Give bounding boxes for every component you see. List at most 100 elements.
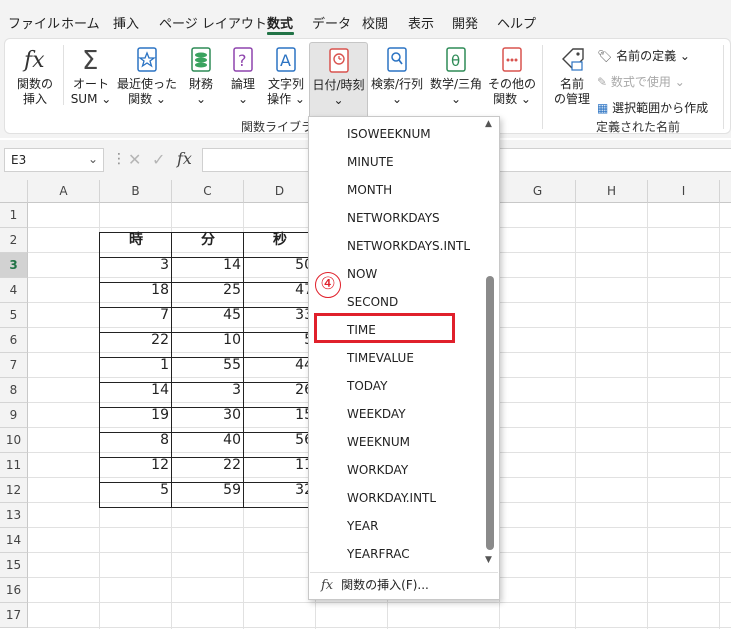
function-item-today[interactable]: TODAY bbox=[347, 379, 387, 393]
function-item-isoweeknum[interactable]: ISOWEEKNUM bbox=[347, 127, 431, 141]
more-options-icon[interactable]: ⋮ bbox=[112, 151, 126, 167]
function-item-minute[interactable]: MINUTE bbox=[347, 155, 394, 169]
create-from-selection-label: 選択範囲から作成 bbox=[612, 101, 709, 115]
row-header[interactable]: 7 bbox=[0, 353, 28, 378]
function-item-weekday[interactable]: WEEKDAY bbox=[347, 407, 406, 421]
function-item-weeknum[interactable]: WEEKNUM bbox=[347, 435, 410, 449]
row-header[interactable]: 6 bbox=[0, 328, 28, 353]
chevron-down-icon[interactable]: ⌄ bbox=[88, 152, 98, 166]
row-header[interactable]: 12 bbox=[0, 478, 28, 503]
grid-small-icon: ▦ bbox=[597, 101, 609, 115]
datetime-label-1: 日付/時刻 bbox=[312, 78, 365, 92]
column-header-d[interactable]: D bbox=[244, 180, 316, 203]
table-border bbox=[99, 457, 315, 458]
tab-file[interactable]: ファイル bbox=[8, 13, 60, 32]
table-border bbox=[99, 432, 315, 433]
math-label-1: 数学/三角 bbox=[429, 77, 483, 91]
use-in-formula-label: 数式で使用 ⌄ bbox=[610, 75, 685, 89]
name-manager-button[interactable]: 名前 の管理 bbox=[550, 45, 594, 107]
create-from-selection-button[interactable]: ▦ 選択範囲から作成 bbox=[597, 99, 708, 116]
name-manager-label-2: の管理 bbox=[553, 92, 590, 106]
cancel-icon[interactable]: ✕ bbox=[128, 150, 141, 169]
tab-formulas[interactable]: 数式 bbox=[267, 13, 293, 32]
column-header-b[interactable]: B bbox=[100, 180, 172, 203]
define-name-button[interactable]: 🏷 名前の定義 ⌄ bbox=[597, 47, 690, 64]
insert-function-icon[interactable]: fx bbox=[177, 149, 192, 168]
select-all-corner[interactable] bbox=[0, 180, 28, 203]
column-header-h[interactable]: H bbox=[576, 180, 648, 203]
column-header-c[interactable]: C bbox=[172, 180, 244, 203]
financial-button[interactable]: 財務 ⌄ bbox=[181, 45, 221, 107]
column-header-g[interactable]: G bbox=[500, 180, 576, 203]
sigma-icon: Σ bbox=[82, 46, 98, 75]
function-item-month[interactable]: MONTH bbox=[347, 183, 392, 197]
scroll-down-icon[interactable]: ▼ bbox=[485, 555, 492, 565]
autosum-button[interactable]: Σ オート SUM ⌄ bbox=[67, 45, 115, 107]
ribbon-separator bbox=[542, 45, 543, 129]
function-item-now[interactable]: NOW bbox=[347, 267, 377, 281]
tab-view[interactable]: 表示 bbox=[408, 13, 434, 32]
scrollbar-thumb[interactable] bbox=[486, 276, 494, 550]
row-header[interactable]: 14 bbox=[0, 528, 28, 553]
logical-label-2: ⌄ bbox=[237, 92, 249, 106]
table-border bbox=[171, 232, 172, 507]
insert-function-menu-item[interactable]: fx 関数の挿入(F)... bbox=[321, 576, 429, 593]
column-header-a[interactable]: A bbox=[28, 180, 100, 203]
question-book-icon: ? bbox=[233, 47, 253, 72]
fx-icon: fx bbox=[321, 578, 334, 593]
column-header-i[interactable]: I bbox=[648, 180, 720, 203]
row-header[interactable]: 17 bbox=[0, 603, 28, 628]
math-trig-button[interactable]: θ 数学/三角 ⌄ bbox=[427, 45, 485, 107]
row-header[interactable]: 16 bbox=[0, 578, 28, 603]
function-item-networkdays-intl[interactable]: NETWORKDAYS.INTL bbox=[347, 239, 470, 253]
row-header[interactable]: 1 bbox=[0, 203, 28, 228]
table-border bbox=[99, 332, 315, 333]
financial-label-1: 財務 bbox=[188, 77, 213, 91]
row-header[interactable]: 2 bbox=[0, 228, 28, 253]
function-item-workday-intl[interactable]: WORKDAY.INTL bbox=[347, 491, 436, 505]
function-item-second[interactable]: SECOND bbox=[347, 295, 398, 309]
formula-small-icon: ✎ bbox=[597, 75, 608, 89]
table-border bbox=[99, 282, 315, 283]
logical-button[interactable]: ? 論理 ⌄ bbox=[225, 45, 261, 107]
row-header[interactable]: 11 bbox=[0, 453, 28, 478]
text-functions-button[interactable]: A 文字列 操作 ⌄ bbox=[263, 45, 309, 107]
use-in-formula-button[interactable]: ✎ 数式で使用 ⌄ bbox=[597, 73, 685, 90]
scroll-up-icon[interactable]: ▲ bbox=[485, 119, 492, 129]
function-item-timevalue[interactable]: TIMEVALUE bbox=[347, 351, 414, 365]
function-item-networkdays[interactable]: NETWORKDAYS bbox=[347, 211, 440, 225]
row-header[interactable]: 10 bbox=[0, 428, 28, 453]
tab-insert[interactable]: 挿入 bbox=[113, 13, 139, 32]
tab-help[interactable]: ヘルプ bbox=[497, 13, 536, 32]
enter-icon[interactable]: ✓ bbox=[152, 150, 165, 169]
datetime-button[interactable]: 日付/時刻 ⌄ bbox=[309, 42, 368, 122]
more-functions-button[interactable]: その他の 関数 ⌄ bbox=[487, 45, 537, 107]
tab-data[interactable]: データ bbox=[312, 13, 351, 32]
gridline bbox=[28, 602, 731, 603]
function-item-year[interactable]: YEAR bbox=[347, 519, 378, 533]
function-item-workday[interactable]: WORKDAY bbox=[347, 463, 408, 477]
row-header[interactable]: 4 bbox=[0, 278, 28, 303]
tab-review[interactable]: 校閲 bbox=[362, 13, 388, 32]
row-header[interactable]: 8 bbox=[0, 378, 28, 403]
tab-home[interactable]: ホーム bbox=[61, 13, 100, 32]
tab-developer[interactable]: 開発 bbox=[452, 13, 478, 32]
row-header-selected[interactable]: 3 bbox=[0, 253, 28, 278]
row-header[interactable]: 9 bbox=[0, 403, 28, 428]
recent-label-1: 最近使った bbox=[116, 77, 177, 91]
dropdown-scrollbar[interactable]: ▲ ▼ bbox=[483, 119, 497, 569]
tab-page-layout[interactable]: ページ レイアウト bbox=[159, 13, 267, 32]
tag-small-icon: 🏷 bbox=[597, 49, 613, 63]
row-header[interactable]: 15 bbox=[0, 553, 28, 578]
text-label-1: 文字列 bbox=[267, 77, 304, 91]
row-header[interactable]: 13 bbox=[0, 503, 28, 528]
autosum-label-1: オート bbox=[72, 77, 109, 91]
letter-a-book-icon: A bbox=[276, 47, 296, 72]
name-box[interactable]: E3 ⌄ bbox=[4, 148, 104, 172]
lookup-button[interactable]: 検索/行列 ⌄ bbox=[369, 45, 425, 107]
insert-function-button[interactable]: fx 関数の 挿入 bbox=[13, 45, 57, 107]
lookup-label-2: ⌄ bbox=[391, 92, 403, 106]
function-item-yearfrac[interactable]: YEARFRAC bbox=[347, 547, 410, 561]
row-header[interactable]: 5 bbox=[0, 303, 28, 328]
recent-functions-button[interactable]: 最近使った 関数 ⌄ bbox=[115, 45, 179, 107]
